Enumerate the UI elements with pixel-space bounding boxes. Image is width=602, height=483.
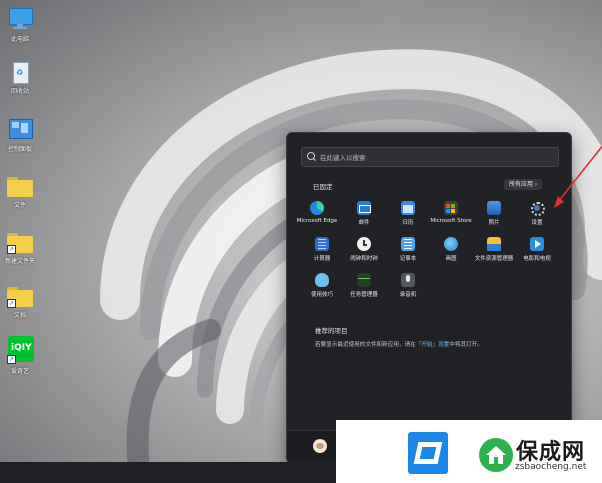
recommended-section-title: 推荐的项目 <box>315 327 348 335</box>
red-arrow-annotation <box>554 145 602 208</box>
desktop-icon-label: 控制面板 <box>7 146 32 153</box>
desktop-icon-label: 文件 <box>13 202 26 209</box>
pinned-app-label: 文件资源管理器 <box>474 256 514 262</box>
calculator-icon <box>315 237 329 251</box>
pinned-app-label: 记事本 <box>399 256 417 262</box>
search-icon <box>307 152 315 160</box>
watermark-logo-icon <box>408 432 448 474</box>
start-settings-link[interactable]: 「开始」设置 <box>416 342 450 348</box>
shortcut-arrow-icon: ↗ <box>7 245 16 254</box>
desktop-icon-label: 此电脑 <box>10 36 29 43</box>
pinned-app-notepad[interactable]: 记事本 <box>386 237 430 262</box>
desktop-icon-label: 回收站 <box>10 88 29 95</box>
pinned-app-store[interactable]: Microsoft Store <box>429 201 473 224</box>
pinned-app-calendar[interactable]: 日历 <box>386 201 430 226</box>
desktop-icon-iqiyi[interactable]: iQIY ↗ 爱奇艺 <box>2 336 38 375</box>
folder-icon: ↗ <box>7 230 33 254</box>
pinned-app-movies-tv[interactable]: 电影和电视 <box>515 237 559 262</box>
pinned-app-label: 使用技巧 <box>310 292 333 298</box>
desktop-icon-control-panel[interactable]: 控制面板 <box>2 118 38 153</box>
pinned-app-label: 闹钟和时钟 <box>350 256 378 262</box>
pinned-app-clock[interactable]: 闹钟和时钟 <box>342 237 386 262</box>
iqiyi-icon: iQIY ↗ <box>7 336 34 364</box>
desktop-icon-label: 爱奇艺 <box>10 368 29 375</box>
edge-icon <box>310 201 324 215</box>
pinned-section-title: 已固定 <box>313 183 333 191</box>
pinned-app-label: 邮件 <box>358 220 370 226</box>
pinned-app-label: 任务管理器 <box>350 292 378 298</box>
file-explorer-icon <box>487 237 501 251</box>
clock-icon <box>357 237 371 251</box>
photos-icon <box>487 201 501 215</box>
search-input[interactable]: 在此键入以搜索 <box>301 147 559 167</box>
shortcut-arrow-icon: ↗ <box>7 355 16 364</box>
pinned-app-label: 电影和电视 <box>523 256 551 262</box>
pinned-app-label: 照片 <box>488 220 500 226</box>
paint-icon <box>444 237 458 251</box>
desktop-icon-folder-3[interactable]: ↗ 文档 <box>2 284 38 319</box>
pinned-app-file-explorer[interactable]: 文件资源管理器 <box>472 237 516 262</box>
calendar-icon <box>401 201 415 215</box>
pinned-app-label: Microsoft Store <box>430 218 472 224</box>
shortcut-arrow-icon: ↗ <box>7 299 16 308</box>
pinned-app-mail[interactable]: 邮件 <box>342 201 386 226</box>
pinned-app-label: Microsoft Edge <box>296 218 338 224</box>
pinned-app-photos[interactable]: 照片 <box>472 201 516 226</box>
pinned-app-label: 录音机 <box>399 292 417 298</box>
pinned-app-label: 画图 <box>445 256 457 262</box>
recorder-icon <box>401 273 415 287</box>
pinned-app-paint[interactable]: 画图 <box>429 237 473 262</box>
desktop-icon-label: 新建文件夹 <box>4 258 35 265</box>
all-apps-button[interactable]: 所有应用 › <box>504 179 543 190</box>
control-panel-icon <box>7 118 33 142</box>
pinned-app-recorder[interactable]: 录音机 <box>386 273 430 298</box>
store-icon <box>444 201 458 215</box>
search-placeholder: 在此键入以搜索 <box>320 154 366 162</box>
pinned-app-task-manager[interactable]: 任务管理器 <box>342 273 386 298</box>
recommended-text-end: 中将其打开。 <box>449 342 483 348</box>
task-manager-icon <box>357 273 371 287</box>
movies-tv-icon <box>530 237 544 251</box>
desktop-icon-folder-2[interactable]: ↗ 新建文件夹 <box>2 230 38 265</box>
desktop-icon-recycle-bin[interactable]: ♻ 回收站 <box>2 60 38 95</box>
recycle-bin-icon: ♻ <box>7 60 33 84</box>
mail-icon <box>357 201 371 215</box>
pinned-app-calculator[interactable]: 计算器 <box>300 237 344 262</box>
tips-icon <box>315 273 329 287</box>
recommended-text-start: 若要显示最近使用的文件和新应用，请在 <box>315 342 416 348</box>
pinned-app-tips[interactable]: 使用技巧 <box>300 273 344 298</box>
desktop-icon-label: 文档 <box>13 312 26 319</box>
settings-gear-icon <box>530 201 545 216</box>
user-avatar[interactable] <box>313 439 327 453</box>
watermark-url: zsbaocheng.net <box>515 462 587 472</box>
pinned-app-edge[interactable]: Microsoft Edge <box>295 201 339 224</box>
folder-icon <box>7 174 33 198</box>
recommended-empty-text: 若要显示最近使用的文件和新应用，请在「开始」设置中将其打开。 <box>315 340 483 348</box>
house-logo-icon <box>479 438 513 472</box>
pinned-app-label: 设置 <box>531 220 543 226</box>
folder-icon: ↗ <box>7 284 33 308</box>
pinned-app-label: 日历 <box>402 220 414 226</box>
desktop-icon-folder-1[interactable]: 文件 <box>2 174 38 209</box>
notepad-icon <box>401 237 415 251</box>
pinned-app-label: 计算器 <box>313 256 331 262</box>
start-menu: 在此键入以搜索 已固定 所有应用 › Microsoft Edge 邮件 日历 … <box>286 132 572 464</box>
desktop-icon-this-pc[interactable]: 此电脑 <box>2 8 38 43</box>
monitor-icon <box>7 8 33 32</box>
